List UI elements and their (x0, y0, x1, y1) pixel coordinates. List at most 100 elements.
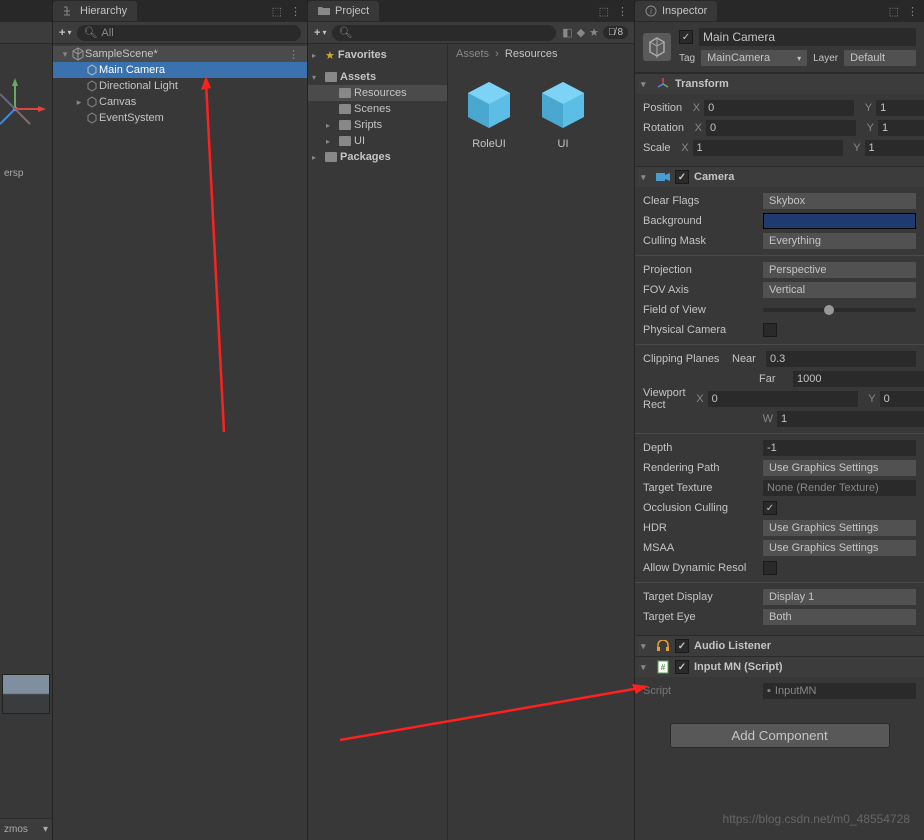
clear-flags-dropdown[interactable]: Skybox (763, 193, 916, 209)
hierarchy-icon (63, 5, 75, 17)
script-header[interactable]: ▾ # Input MN (Script) (635, 657, 924, 677)
project-search[interactable]: 🔍︎ (332, 25, 556, 41)
audio-listener-header[interactable]: ▾ Audio Listener (635, 636, 924, 656)
projection-dropdown[interactable]: Perspective (763, 262, 916, 278)
scene-menu-icon[interactable]: ⋮ (288, 48, 303, 61)
filter-by-label-icon[interactable]: ◆ (577, 26, 585, 39)
folder-scenes[interactable]: Scenes (308, 101, 447, 117)
add-component-button[interactable]: Add Component (670, 723, 890, 748)
scene-footer: zmos ▾ (0, 818, 52, 840)
lock-icon[interactable]: ⬚ (272, 5, 282, 18)
position-label: Position (643, 102, 682, 114)
near-clip-input[interactable] (766, 351, 916, 367)
packages-folder[interactable]: ▸ Packages (308, 149, 447, 165)
depth-input[interactable] (763, 440, 916, 456)
favorites-folder[interactable]: ▸ ★ Favorites (308, 47, 447, 63)
asset-prefab-roleui[interactable]: RoleUI (462, 78, 516, 150)
foldout-icon[interactable]: ▸ (312, 51, 322, 60)
position-x-input[interactable] (704, 100, 854, 116)
hdr-dropdown[interactable]: Use Graphics Settings (763, 520, 916, 536)
foldout-icon[interactable]: ▾ (59, 49, 71, 60)
item-label: Main Camera (99, 64, 165, 76)
physical-camera-checkbox[interactable] (763, 323, 777, 337)
msaa-dropdown[interactable]: Use Graphics Settings (763, 540, 916, 556)
hierarchy-item-eventsystem[interactable]: EventSystem (53, 110, 307, 126)
prefab-icon (462, 78, 516, 132)
layer-dropdown[interactable]: Default (844, 50, 916, 66)
scale-x-input[interactable] (693, 140, 843, 156)
search-icon: 🔍︎ (338, 26, 352, 39)
dynamic-resolution-checkbox[interactable] (763, 561, 777, 575)
inspector-tab[interactable]: i Inspector (635, 1, 717, 21)
create-button[interactable]: +▾ (314, 27, 326, 39)
hierarchy-item-canvas[interactable]: ▸ Canvas (53, 94, 307, 110)
position-y-input[interactable] (876, 100, 924, 116)
hierarchy-item-directional-light[interactable]: Directional Light (53, 78, 307, 94)
foldout-icon[interactable]: ▸ (73, 97, 85, 108)
vp-x-input[interactable] (708, 391, 858, 407)
vp-y-input[interactable] (880, 391, 924, 407)
occlusion-culling-checkbox[interactable] (763, 501, 777, 515)
foldout-icon[interactable]: ▾ (641, 641, 651, 652)
slider-thumb[interactable] (824, 305, 834, 315)
scene-row[interactable]: ▾ SampleScene* ⋮ (53, 46, 307, 62)
rotation-label: Rotation (643, 122, 684, 134)
fov-axis-dropdown[interactable]: Vertical (763, 282, 916, 298)
vp-w-input[interactable] (777, 411, 924, 427)
item-label: EventSystem (99, 112, 164, 124)
assets-folder[interactable]: ▾ Assets (308, 69, 447, 85)
gameobject-icon (85, 63, 99, 77)
gameobject-name-input[interactable] (699, 28, 916, 46)
target-display-dropdown[interactable]: Display 1 (763, 589, 916, 605)
scale-y-input[interactable] (865, 140, 924, 156)
hidden-count-badge[interactable]: 👁̸ 8 (603, 26, 628, 39)
panel-menu-icon[interactable]: ⋮ (290, 5, 301, 18)
folder-icon (325, 72, 337, 82)
panel-menu-icon[interactable]: ⋮ (907, 5, 918, 18)
panel-menu-icon[interactable]: ⋮ (617, 5, 628, 18)
eye-slash-icon: 👁̸ (608, 27, 616, 38)
folder-sripts[interactable]: ▸ Sripts (308, 117, 447, 133)
breadcrumb[interactable]: Assets › Resources (448, 44, 634, 64)
asset-prefab-ui[interactable]: UI (536, 78, 590, 150)
folder-resources[interactable]: Resources (308, 85, 447, 101)
target-eye-dropdown[interactable]: Both (763, 609, 916, 625)
foldout-icon[interactable]: ▾ (641, 662, 651, 673)
camera-enabled-checkbox[interactable] (675, 170, 689, 184)
hierarchy-item-main-camera[interactable]: Main Camera (53, 62, 307, 78)
rotation-y-input[interactable] (878, 120, 924, 136)
hierarchy-tab-label: Hierarchy (80, 5, 127, 17)
background-color-field[interactable] (763, 213, 916, 229)
lock-icon[interactable]: ⬚ (599, 5, 609, 18)
fov-slider[interactable] (763, 308, 916, 312)
foldout-icon[interactable]: ▾ (641, 172, 651, 183)
script-file-icon: ▪ (767, 685, 771, 697)
tag-dropdown[interactable]: MainCamera▾ (701, 50, 807, 66)
folder-ui[interactable]: ▸ UI (308, 133, 447, 149)
filter-by-type-icon[interactable]: ◧ (562, 26, 572, 39)
gameobject-active-checkbox[interactable] (679, 30, 693, 44)
script-enabled-checkbox[interactable] (675, 660, 689, 674)
foldout-icon[interactable]: ▸ (312, 153, 322, 162)
foldout-icon[interactable]: ▾ (641, 79, 651, 90)
target-texture-field[interactable]: None (Render Texture) (763, 480, 916, 496)
folder-icon (339, 104, 351, 114)
foldout-icon[interactable]: ▾ (312, 73, 322, 82)
foldout-icon[interactable]: ▸ (326, 137, 336, 146)
hierarchy-tab[interactable]: Hierarchy (53, 1, 137, 21)
hierarchy-search[interactable]: 🔍︎ All (77, 25, 301, 41)
lock-icon[interactable]: ⬚ (889, 5, 899, 18)
audio-enabled-checkbox[interactable] (675, 639, 689, 653)
foldout-icon[interactable]: ▸ (326, 121, 336, 130)
rendering-path-dropdown[interactable]: Use Graphics Settings (763, 460, 916, 476)
project-tab[interactable]: Project (308, 1, 379, 21)
rotation-x-input[interactable] (706, 120, 856, 136)
gameobject-icon[interactable] (643, 33, 671, 61)
create-button[interactable]: +▾ (59, 27, 71, 39)
save-filter-icon[interactable]: ★ (589, 26, 599, 39)
watermark: https://blog.csdn.net/m0_48554728 (723, 812, 910, 826)
transform-header[interactable]: ▾ Transform (635, 74, 924, 94)
camera-header[interactable]: ▾ Camera (635, 167, 924, 187)
culling-mask-dropdown[interactable]: Everything (763, 233, 916, 249)
far-clip-input[interactable] (793, 371, 924, 387)
